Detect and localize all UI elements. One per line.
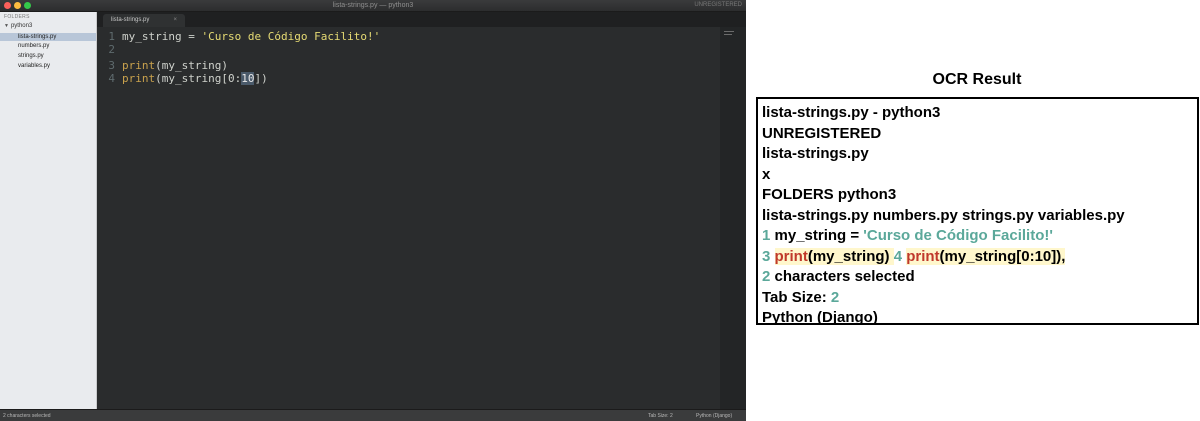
call-args: (my_string[0: xyxy=(155,72,242,85)
sidebar-file-strings[interactable]: strings.py xyxy=(0,52,96,60)
variable-name: my_string xyxy=(122,30,182,43)
code-line-2: 2 xyxy=(97,44,122,56)
ocr-text: my_string = xyxy=(770,227,864,244)
sidebar-file-numbers[interactable]: numbers.py xyxy=(0,42,96,50)
ocr-line: Tab Size: 2 xyxy=(762,288,1193,309)
code-editor[interactable]: 1 my_string = 'Curso de Código Facilito!'… xyxy=(97,27,720,409)
tab-size-selector[interactable]: Tab Size: 2 xyxy=(648,410,673,421)
ocr-text: (my_string[0:10]), xyxy=(939,247,1066,265)
ocr-text: (my_string) xyxy=(807,247,894,265)
ocr-text: characters selected xyxy=(770,268,915,285)
ocr-keyword: print xyxy=(906,247,940,265)
code-line-4: 4 print(my_string[0:10]) xyxy=(97,72,268,85)
folder-python3[interactable]: ▼ python3 xyxy=(4,23,32,29)
line-number: 1 xyxy=(108,30,115,43)
ocr-number: 3 xyxy=(762,247,771,265)
print-keyword: print xyxy=(122,72,156,85)
selected-text[interactable]: 10 xyxy=(241,72,255,85)
ocr-text: Tab Size: xyxy=(762,288,831,306)
ocr-number: 4 xyxy=(893,247,903,265)
title-bar: lista-strings.py — python3 UNREGISTERED xyxy=(0,0,746,12)
ocr-title: OCR Result xyxy=(932,71,1022,88)
status-bar: 2 characters selected Tab Size: 2 Python… xyxy=(0,409,746,421)
ocr-line: Python (Django) xyxy=(762,309,878,326)
ocr-result-box: lista-strings.py - python3 UNREGISTERED … xyxy=(756,97,1199,326)
unregistered-label: UNREGISTERED xyxy=(694,2,742,8)
tab-close-icon[interactable]: × xyxy=(173,14,177,27)
ocr-line: UNREGISTERED xyxy=(762,124,882,142)
ocr-line: 2 characters selected xyxy=(762,267,1193,288)
sidebar: FOLDERS ▼ python3 lista-strings.py number… xyxy=(0,12,97,409)
minimap-line xyxy=(724,34,732,35)
ocr-line: lista-strings.py numbers.py strings.py v… xyxy=(762,206,1125,224)
syntax-selector[interactable]: Python (Django) xyxy=(696,410,732,421)
ocr-line: lista-strings.py xyxy=(762,145,869,162)
editor-window: lista-strings.py — python3 UNREGISTERED … xyxy=(0,0,746,421)
sidebar-file-lista-strings[interactable]: lista-strings.py xyxy=(0,33,96,41)
string-literal: 'Curso de Código Facilito!' xyxy=(201,30,381,43)
ocr-line: 1 my_string = 'Curso de Código Facilito!… xyxy=(762,226,1193,247)
ocr-line: x xyxy=(762,165,771,183)
folders-header: FOLDERS xyxy=(4,14,30,20)
operator: = xyxy=(181,30,202,43)
line-number: 3 xyxy=(108,59,115,72)
ocr-keyword: print xyxy=(774,247,808,265)
line-number: 4 xyxy=(108,72,115,85)
line-number: 2 xyxy=(108,43,115,56)
minimap[interactable] xyxy=(720,27,746,409)
code-line-3: 3 print(my_string) xyxy=(97,60,228,72)
ocr-number: 2 xyxy=(830,288,840,306)
folder-label: python3 xyxy=(10,23,33,29)
call-args-end: ]) xyxy=(254,72,268,85)
sidebar-file-variables[interactable]: variables.py xyxy=(0,62,96,70)
ocr-line: 3 print(my_string) 4 print(my_string[0:1… xyxy=(762,247,1193,268)
tab-label: lista-strings.py xyxy=(111,17,150,23)
ocr-line: FOLDERS python3 xyxy=(762,186,897,203)
ocr-line: lista-strings.py - python3 xyxy=(762,104,941,121)
tab-bar: lista-strings.py × xyxy=(97,12,746,27)
selection-status: 2 characters selected xyxy=(3,413,51,419)
call-args: (my_string) xyxy=(155,59,228,72)
disclosure-triangle-icon[interactable]: ▼ xyxy=(4,23,9,29)
minimap-line xyxy=(724,31,734,32)
code-line-1: 1 my_string = 'Curso de Código Facilito!' xyxy=(97,31,380,43)
print-keyword: print xyxy=(122,59,156,72)
tab-lista-strings[interactable]: lista-strings.py × xyxy=(103,14,185,27)
ocr-string: 'Curso de Código Facilito!' xyxy=(863,227,1053,244)
window-title: lista-strings.py — python3 xyxy=(332,2,414,9)
